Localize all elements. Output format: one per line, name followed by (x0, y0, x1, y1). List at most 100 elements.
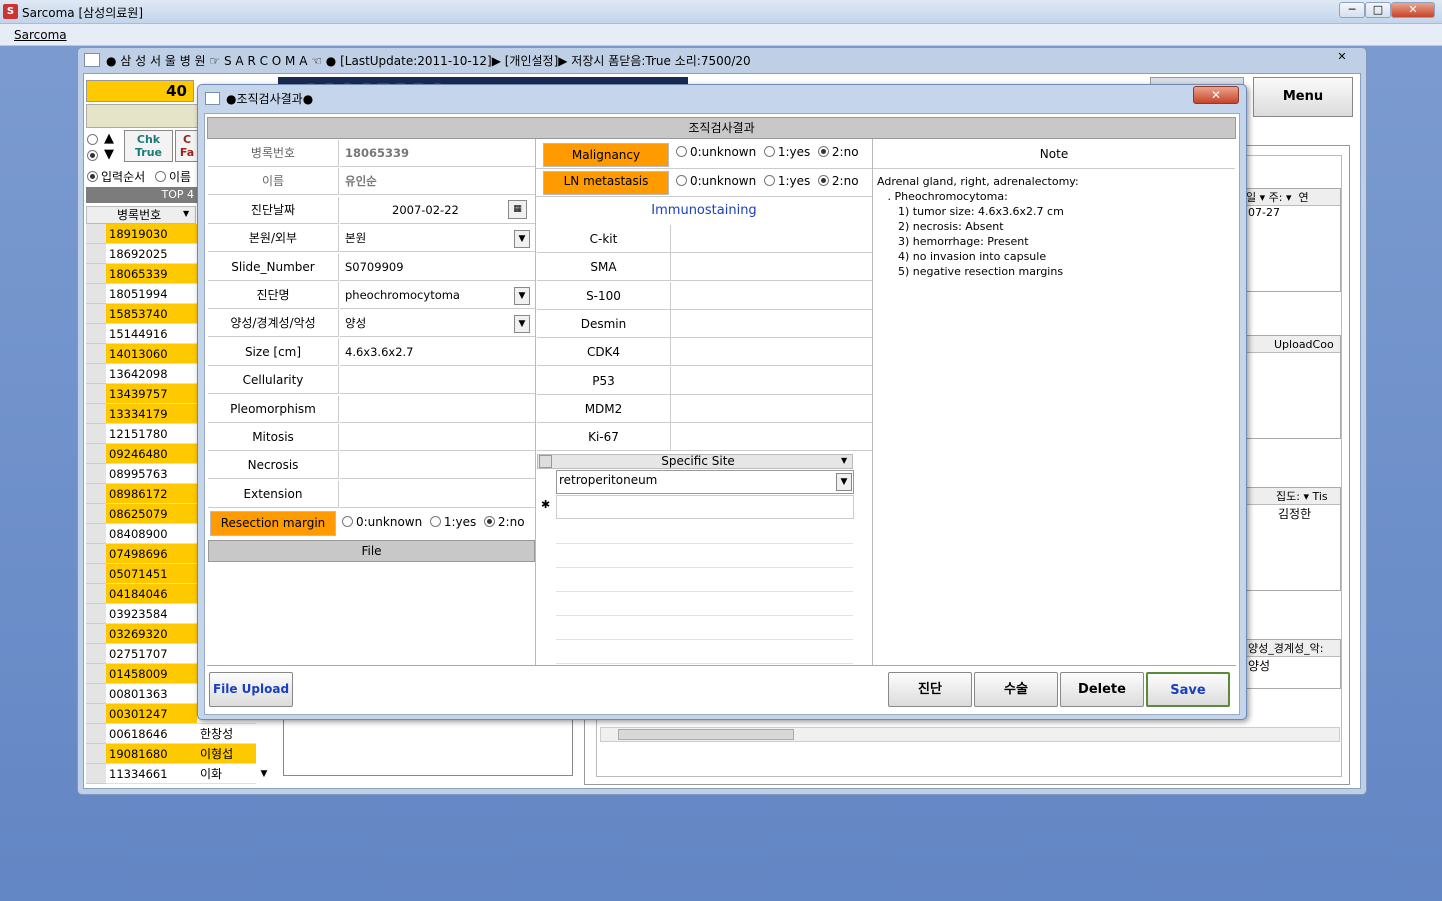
row-selector[interactable] (86, 224, 106, 244)
ln-yes-radio[interactable]: 1:yes (763, 174, 810, 188)
row-selector[interactable] (86, 504, 106, 524)
row-selector[interactable] (86, 444, 106, 464)
patient-id-cell[interactable]: 18692025 (106, 244, 197, 264)
patient-name-cell[interactable]: 한창성 (197, 724, 256, 744)
dropdown-icon[interactable]: ▼ (514, 287, 530, 305)
field-value[interactable] (340, 396, 535, 423)
field-value[interactable]: 유인순 (340, 168, 535, 196)
note-text[interactable]: Adrenal gland, right, adrenalectomy: . P… (877, 174, 1232, 279)
row-selector[interactable] (86, 764, 106, 784)
malignancy-no-radio[interactable]: 2:no (817, 145, 859, 159)
patient-id-cell[interactable]: 07498696 (106, 544, 197, 564)
patient-id-cell[interactable]: 04184046 (106, 584, 197, 604)
row-selector[interactable] (86, 424, 106, 444)
specific-site-header[interactable]: Specific Site (556, 453, 840, 469)
immuno-value[interactable] (671, 423, 872, 452)
patient-name-cell[interactable]: 이형섭 (197, 744, 256, 764)
row-selector[interactable] (86, 644, 106, 664)
select-all-box[interactable] (539, 455, 552, 468)
patient-id-cell[interactable]: 12151780 (106, 424, 197, 444)
specific-site-dropdown-icon[interactable]: ▼ (836, 473, 852, 491)
sort-by-input-radio[interactable]: 입력순서 (87, 168, 145, 185)
patient-id-cell[interactable]: 05071451 (106, 564, 197, 584)
row-selector[interactable] (86, 544, 106, 564)
list-header-record-number[interactable]: 병록번호 (86, 206, 196, 224)
menu-button[interactable]: Menu (1253, 77, 1353, 117)
resection-yes-radio[interactable]: 1:yes (429, 515, 476, 529)
dropdown-icon[interactable]: ▼ (514, 315, 530, 334)
patient-id-cell[interactable]: 19081680 (106, 744, 197, 764)
immuno-value[interactable] (671, 225, 872, 253)
chk-button[interactable]: Chk True (124, 130, 173, 162)
patient-id-cell[interactable]: 14013060 (106, 344, 197, 364)
patient-id-cell[interactable]: 13439757 (106, 384, 197, 404)
file-upload-button[interactable]: File Upload (209, 672, 293, 707)
row-selector[interactable] (86, 724, 106, 744)
field-value[interactable] (340, 367, 535, 395)
row-selector[interactable] (86, 384, 106, 404)
patient-name-cell[interactable]: 이화 (197, 764, 256, 784)
row-selector[interactable] (86, 464, 106, 484)
immuno-value[interactable] (671, 310, 872, 338)
dropdown-icon[interactable]: ▼ (514, 230, 530, 249)
specific-site-sort-icon[interactable]: ▼ (841, 456, 847, 465)
list-header-dropdown-icon[interactable]: ▼ (183, 209, 189, 218)
field-value[interactable] (340, 424, 535, 451)
row-selector[interactable] (86, 284, 106, 304)
patient-id-cell[interactable]: 18065339 (106, 264, 197, 284)
resection-unknown-radio[interactable]: 0:unknown (342, 515, 422, 529)
patient-id-cell[interactable]: 15853740 (106, 304, 197, 324)
immuno-value[interactable] (671, 282, 872, 310)
immuno-value[interactable] (671, 395, 872, 423)
menu-sarcoma[interactable]: Sarcoma (14, 28, 67, 42)
patient-id-cell[interactable]: 00801363 (106, 684, 197, 704)
minimize-button[interactable]: ─ (1339, 2, 1365, 18)
maximize-button[interactable]: □ (1365, 2, 1391, 18)
row-selector[interactable] (86, 704, 106, 724)
row-selector[interactable] (86, 264, 106, 284)
immuno-value[interactable] (671, 253, 872, 282)
row-selector[interactable] (86, 584, 106, 604)
field-value[interactable] (340, 481, 535, 508)
field-value[interactable]: 18065339 (340, 140, 535, 167)
field-value[interactable]: 양성 (340, 310, 535, 338)
row-selector[interactable] (86, 304, 106, 324)
row-selector[interactable] (86, 324, 106, 344)
file-area[interactable] (208, 562, 535, 665)
patient-id-cell[interactable]: 08408900 (106, 524, 197, 544)
row-selector[interactable] (86, 244, 106, 264)
close-button[interactable]: ✕ (1391, 2, 1435, 18)
calendar-icon[interactable]: ▦ (508, 199, 527, 219)
patient-id-cell[interactable]: 11334661 (106, 764, 197, 784)
malignancy-unknown-radio[interactable]: 0:unknown (676, 145, 756, 159)
filter-toggle-button[interactable]: C Fa (175, 130, 199, 162)
field-value[interactable]: pheochromocytoma (340, 282, 535, 309)
sort-down-radio[interactable] (87, 149, 101, 163)
row-selector[interactable] (86, 664, 106, 684)
patient-id-cell[interactable]: 01458009 (106, 664, 197, 684)
specific-site-combo[interactable]: retroperitoneum (556, 470, 854, 494)
patient-id-cell[interactable]: 02751707 (106, 644, 197, 664)
sort-by-name-radio[interactable]: 이름 (155, 168, 191, 185)
row-selector[interactable] (86, 404, 106, 424)
field-value[interactable]: 4.6x3.6x2.7 (340, 339, 535, 366)
field-value[interactable]: 2007-02-22 (340, 197, 535, 224)
dialog-close-button[interactable]: ✕ (1193, 86, 1239, 104)
field-value[interactable]: S0709909 (340, 254, 535, 281)
immuno-value[interactable] (671, 367, 872, 395)
ln-unknown-radio[interactable]: 0:unknown (676, 174, 756, 188)
row-selector[interactable] (86, 364, 106, 384)
patient-id-cell[interactable]: 08625079 (106, 504, 197, 524)
diagnosis-button[interactable]: 진단 (888, 672, 972, 707)
row-selector[interactable] (86, 524, 106, 544)
row-selector[interactable] (86, 604, 106, 624)
patient-id-cell[interactable]: 09246480 (106, 444, 197, 464)
sort-up-radio[interactable] (87, 133, 101, 147)
row-selector[interactable] (86, 684, 106, 704)
list-scroll-down-icon[interactable]: ▼ (256, 765, 272, 783)
ln-no-radio[interactable]: 2:no (817, 174, 859, 188)
row-selector[interactable] (86, 484, 106, 504)
patient-id-cell[interactable]: 08995763 (106, 464, 197, 484)
patient-id-cell[interactable]: 03269320 (106, 624, 197, 644)
field-value[interactable]: 본원 (340, 225, 535, 253)
